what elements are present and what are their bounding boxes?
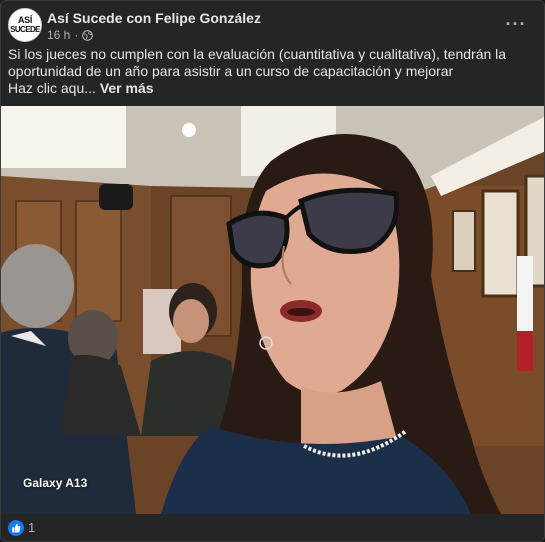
post-card: ASÍ SUCEDE Así Sucede con Felipe Gonzále…: [0, 0, 545, 542]
thumbs-up-icon: [12, 523, 21, 533]
post-text: Si los jueces no cumplen con la evaluaci…: [8, 46, 538, 97]
post-video[interactable]: Galaxy A13: [1, 106, 544, 514]
like-icon[interactable]: [8, 520, 24, 536]
globe-icon: [82, 29, 94, 41]
post-footer: 1: [1, 514, 544, 541]
post-header: ASÍ SUCEDE Así Sucede con Felipe Gonzále…: [1, 1, 544, 47]
see-more-link[interactable]: Ver más: [100, 80, 154, 96]
camera-watermark: Galaxy A13: [23, 476, 88, 490]
avatar-text-top: ASÍ: [17, 15, 33, 25]
page-avatar[interactable]: ASÍ SUCEDE: [8, 8, 42, 42]
post-timestamp[interactable]: 16 h: [47, 28, 70, 42]
avatar-text-bottom: SUCEDE: [10, 25, 40, 34]
more-options-icon[interactable]: ···: [502, 13, 530, 35]
post-meta: 16 h ·: [47, 28, 94, 42]
page-name-link[interactable]: Así Sucede con Felipe González: [47, 10, 261, 26]
post-body: Si los jueces no cumplen con la evaluaci…: [8, 46, 507, 79]
reaction-count[interactable]: 1: [28, 520, 35, 535]
video-frame: [1, 106, 544, 514]
post-body-truncated: Haz clic aqu...: [8, 80, 96, 96]
meta-separator: ·: [74, 28, 79, 42]
